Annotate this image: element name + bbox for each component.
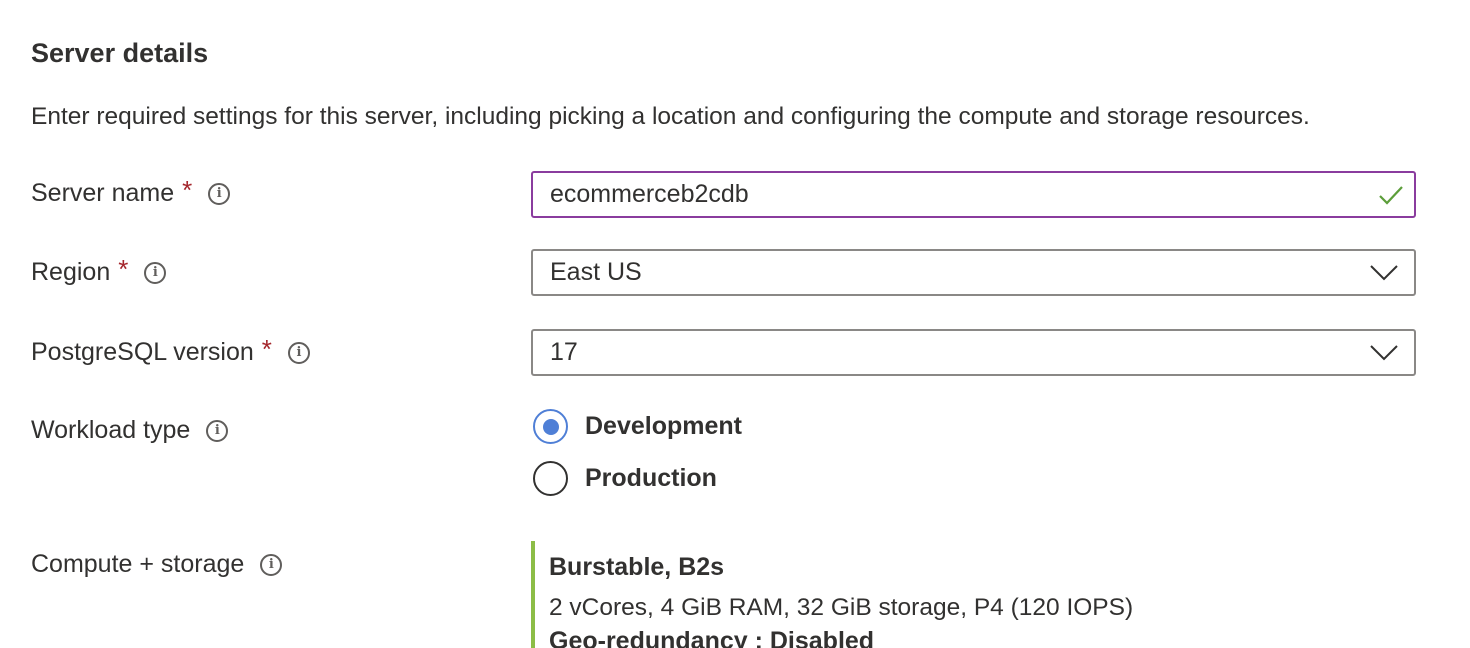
info-icon[interactable]: i bbox=[260, 553, 283, 576]
required-asterisk: * bbox=[261, 334, 272, 364]
section-title: Server details bbox=[31, 38, 209, 68]
required-asterisk: * bbox=[182, 175, 193, 205]
server-name-label: Server name * i bbox=[31, 175, 231, 209]
region-label-text: Region bbox=[31, 258, 111, 286]
workload-radio-development[interactable]: Development bbox=[533, 409, 742, 444]
postgres-version-value: 17 bbox=[550, 338, 578, 366]
compute-storage-summary: Burstable, B2s 2 vCores, 4 GiB RAM, 32 G… bbox=[531, 541, 1331, 648]
info-icon[interactable]: i bbox=[206, 419, 229, 442]
workload-radio-production[interactable]: Production bbox=[533, 461, 717, 496]
geo-redundancy-status: Geo-redundancy : Disabled bbox=[549, 627, 875, 648]
compute-details: 2 vCores, 4 GiB RAM, 32 GiB storage, P4 … bbox=[549, 594, 1134, 621]
radio-button-unselected[interactable] bbox=[533, 461, 568, 496]
compute-tier: Burstable, B2s bbox=[549, 553, 725, 581]
server-name-value: ecommerceb2cdb bbox=[550, 180, 749, 208]
workload-type-label: Workload type i bbox=[31, 416, 229, 445]
info-icon[interactable]: i bbox=[287, 341, 310, 364]
region-label: Region * i bbox=[31, 254, 167, 288]
chevron-down-icon bbox=[1370, 345, 1398, 361]
workload-type-label-text: Workload type bbox=[31, 416, 191, 444]
info-icon[interactable]: i bbox=[144, 261, 167, 284]
radio-dot bbox=[542, 418, 559, 435]
compute-storage-label-text: Compute + storage bbox=[31, 550, 245, 578]
chevron-down-icon bbox=[1370, 265, 1398, 281]
server-name-input[interactable]: ecommerceb2cdb bbox=[531, 171, 1416, 218]
section-description: Enter required settings for this server,… bbox=[31, 103, 1310, 130]
radio-label-development: Development bbox=[585, 412, 742, 440]
info-icon[interactable]: i bbox=[208, 182, 231, 205]
server-details-page: Server details Enter required settings f… bbox=[0, 0, 1470, 648]
region-value: East US bbox=[550, 258, 642, 286]
compute-storage-label: Compute + storage i bbox=[31, 550, 283, 579]
radio-button-selected[interactable] bbox=[533, 409, 568, 444]
radio-label-production: Production bbox=[585, 464, 717, 492]
server-name-label-text: Server name bbox=[31, 179, 175, 207]
postgres-version-label: PostgreSQL version * i bbox=[31, 334, 310, 368]
postgres-version-label-text: PostgreSQL version bbox=[31, 338, 254, 366]
postgres-version-dropdown[interactable]: 17 bbox=[531, 329, 1416, 376]
checkmark-icon bbox=[1379, 186, 1403, 205]
region-dropdown[interactable]: East US bbox=[531, 249, 1416, 296]
required-asterisk: * bbox=[118, 254, 129, 284]
